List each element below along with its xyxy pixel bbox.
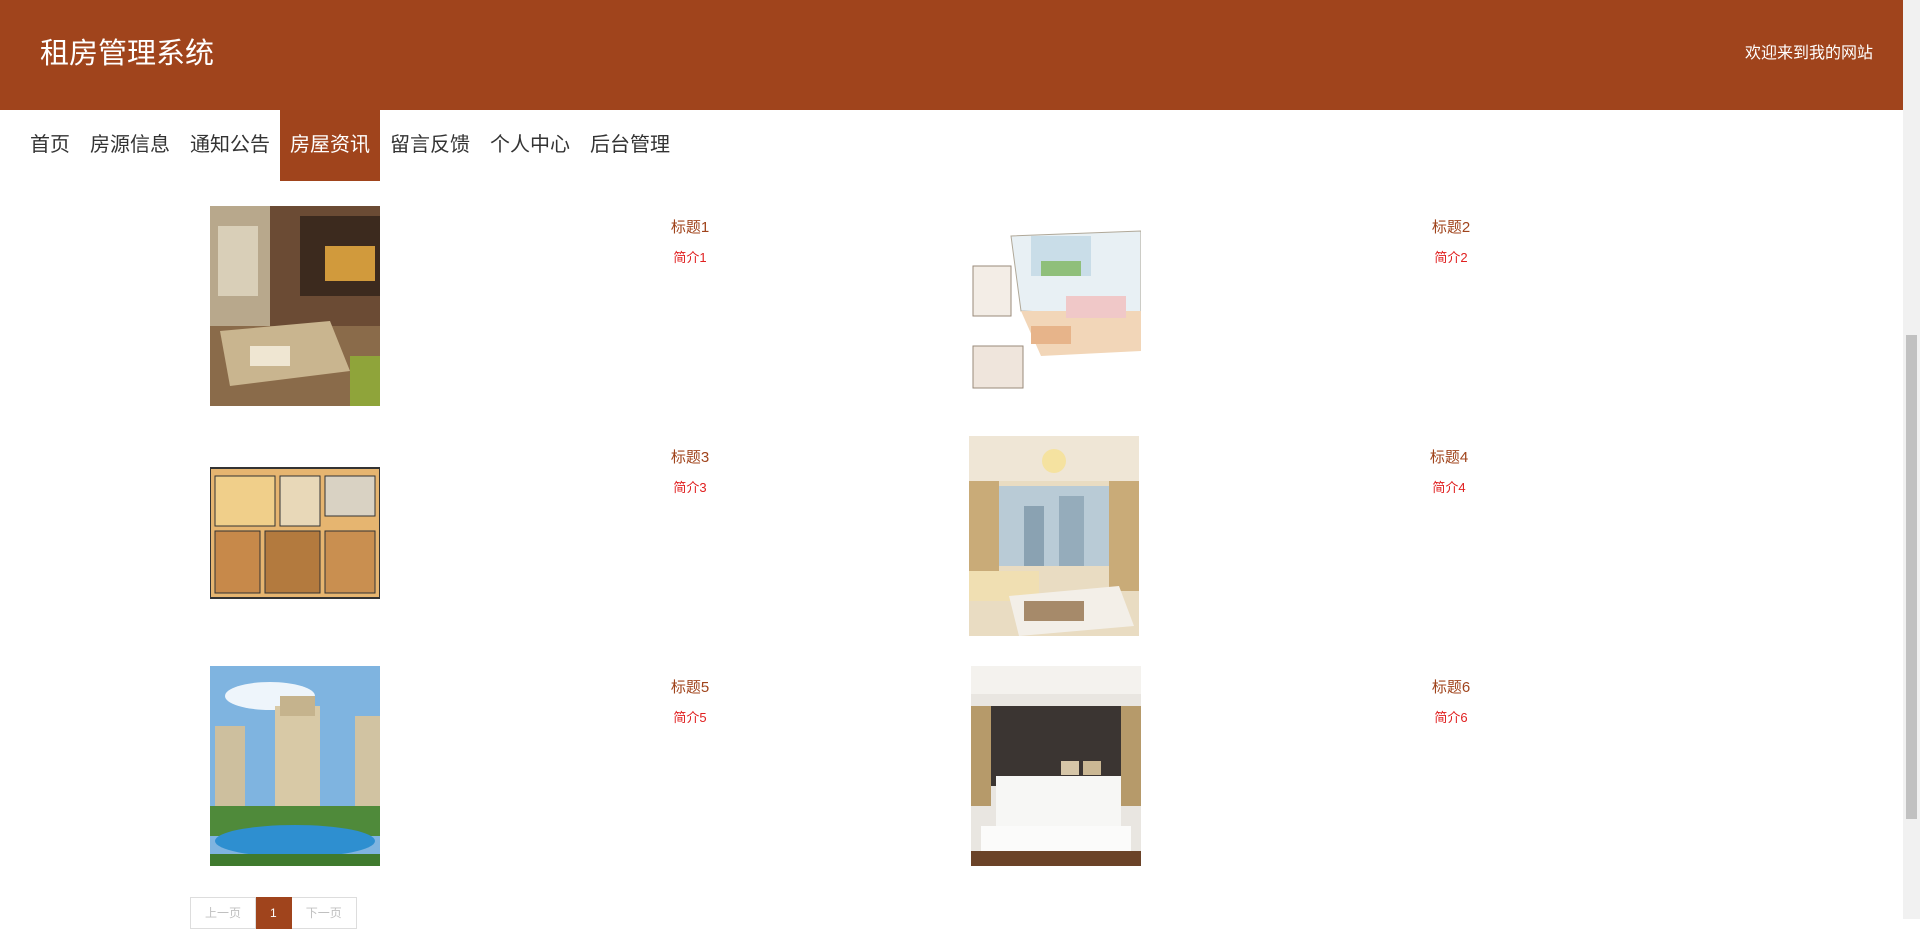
news-card: 标题1 简介1	[210, 206, 970, 406]
news-thumbnail-living-room-sketch[interactable]	[971, 206, 1141, 406]
pagination: 上一页 1 下一页	[190, 897, 357, 929]
news-title[interactable]: 标题4	[1399, 449, 1499, 467]
news-thumbnail-dining-room[interactable]	[210, 206, 380, 406]
news-card: 标题3 简介3	[210, 436, 970, 636]
scrollbar-thumb[interactable]	[1906, 335, 1917, 819]
nav-item-housing-news[interactable]: 房屋资讯	[280, 110, 380, 181]
nav-item-listings[interactable]: 房源信息	[80, 110, 180, 181]
news-thumbnail-apartment-complex[interactable]	[210, 666, 380, 866]
site-title: 租房管理系统	[40, 38, 215, 70]
next-page-button[interactable]: 下一页	[291, 897, 357, 929]
news-title[interactable]: 标题2	[1401, 219, 1501, 237]
news-intro: 简介2	[1434, 250, 1468, 265]
news-intro: 简介4	[1432, 480, 1466, 495]
main-nav: 首页 房源信息 通知公告 房屋资讯 留言反馈 个人中心 后台管理	[20, 110, 680, 181]
prev-page-button[interactable]: 上一页	[190, 897, 257, 929]
news-intro: 简介5	[673, 710, 707, 725]
news-card: 标题6 简介6	[971, 666, 1731, 866]
site-header: 租房管理系统 欢迎来到我的网站	[0, 0, 1903, 110]
news-card: 标题5 简介5	[210, 666, 970, 866]
news-card: 标题4 简介4	[969, 436, 1729, 636]
news-intro: 简介6	[1434, 710, 1468, 725]
nav-item-notices[interactable]: 通知公告	[180, 110, 280, 181]
news-thumbnail-living-room-chandelier[interactable]	[969, 436, 1139, 636]
news-intro: 简介3	[673, 480, 707, 495]
news-title[interactable]: 标题1	[640, 219, 740, 237]
news-title[interactable]: 标题3	[640, 449, 740, 467]
news-thumbnail-floor-plan[interactable]	[210, 436, 380, 636]
nav-item-home[interactable]: 首页	[20, 110, 80, 181]
nav-item-admin[interactable]: 后台管理	[580, 110, 680, 181]
welcome-text: 欢迎来到我的网站	[1744, 45, 1873, 62]
page-scrollbar[interactable]	[1903, 0, 1920, 919]
news-title[interactable]: 标题5	[640, 679, 740, 697]
nav-item-profile[interactable]: 个人中心	[480, 110, 580, 181]
news-thumbnail-bedroom[interactable]	[971, 666, 1141, 866]
news-card: 标题2 简介2	[971, 206, 1731, 406]
current-page-button[interactable]: 1	[256, 897, 292, 929]
news-title[interactable]: 标题6	[1401, 679, 1501, 697]
news-intro: 简介1	[673, 250, 707, 265]
nav-item-feedback[interactable]: 留言反馈	[380, 110, 480, 181]
